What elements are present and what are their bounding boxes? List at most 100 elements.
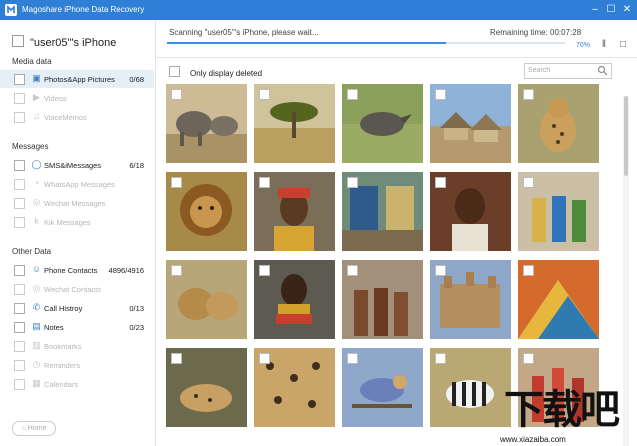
photo-checkbox[interactable]	[523, 177, 534, 188]
scrollbar-thumb[interactable]	[624, 96, 628, 176]
photo-thumbnail[interactable]	[430, 84, 511, 163]
photo-checkbox[interactable]	[171, 353, 182, 364]
only-deleted-filter[interactable]: Only display deleted	[169, 66, 262, 78]
sidebar-item-count: 0/13	[129, 304, 144, 313]
photo-checkbox[interactable]	[259, 353, 270, 364]
photo-thumbnail[interactable]	[342, 348, 423, 427]
sidebar-item-bookmarks[interactable]: ▥ Bookmarks	[0, 337, 154, 355]
checkbox[interactable]	[14, 74, 25, 85]
checkbox[interactable]	[14, 360, 25, 371]
sidebar-item-kik[interactable]: k Kik Messages	[0, 213, 154, 231]
photo-checkbox[interactable]	[347, 177, 358, 188]
sidebar-item-videos[interactable]: ▶ Videos	[0, 89, 154, 107]
section-title-media: Media data	[12, 57, 52, 66]
divider	[156, 57, 637, 58]
sidebar-item-notes[interactable]: ▤ Notes 0/23	[0, 318, 154, 336]
section-title-other: Other Data	[12, 247, 52, 256]
checkbox[interactable]	[14, 198, 25, 209]
home-label: Home	[27, 425, 47, 432]
device-header[interactable]: "user05"'s iPhone	[12, 35, 116, 49]
search-input[interactable]: Search	[524, 63, 612, 79]
sidebar-item-calendars[interactable]: ▦ Calendars	[0, 375, 154, 393]
photo-checkbox[interactable]	[347, 265, 358, 276]
minimize-icon[interactable]: –	[589, 4, 601, 16]
sidebar-item-call-history[interactable]: ✆ Call Histroy 0/13	[0, 299, 154, 317]
sidebar-item-contacts[interactable]: ☺ Phone Contacts 4896/4916	[0, 261, 154, 279]
wechat-icon: ◎	[32, 283, 41, 293]
sidebar-item-label: Photos&App Pictures	[44, 75, 115, 84]
sidebar-item-label: Reminders	[44, 361, 81, 370]
photo-checkbox[interactable]	[259, 265, 270, 276]
photo-checkbox[interactable]	[259, 89, 270, 100]
photo-thumbnail[interactable]	[342, 172, 423, 251]
close-icon[interactable]: ✕	[621, 4, 633, 16]
photo-thumbnail[interactable]	[430, 260, 511, 339]
sidebar-item-photos[interactable]: ▣ Photos&App Pictures 0/68	[0, 70, 154, 88]
photo-checkbox[interactable]	[435, 353, 446, 364]
checkbox[interactable]	[14, 379, 25, 390]
calendar-icon: ▦	[32, 378, 41, 388]
photo-checkbox[interactable]	[259, 177, 270, 188]
checkbox[interactable]	[14, 93, 25, 104]
photo-thumbnail[interactable]	[254, 84, 335, 163]
photo-thumbnail[interactable]	[254, 260, 335, 339]
reminder-icon: ◷	[32, 359, 41, 369]
sidebar-item-wechat-contacts[interactable]: ◎ Wechat Contacts	[0, 280, 154, 298]
checkbox[interactable]	[14, 303, 25, 314]
sidebar-item-label: Notes	[44, 323, 64, 332]
photo-thumbnail[interactable]	[430, 172, 511, 251]
scan-status: Scanning "user05"'s iPhone, please wait.…	[169, 28, 319, 37]
checkbox[interactable]	[14, 217, 25, 228]
checkbox[interactable]	[14, 179, 25, 190]
photo-checkbox[interactable]	[523, 265, 534, 276]
photo-checkbox[interactable]	[347, 353, 358, 364]
photo-checkbox[interactable]	[171, 265, 182, 276]
sidebar-item-reminders[interactable]: ◷ Reminders	[0, 356, 154, 374]
sidebar-item-count: 4896/4916	[108, 266, 144, 275]
checkbox[interactable]	[14, 322, 25, 333]
photo-thumbnail[interactable]	[166, 172, 247, 251]
photo-checkbox[interactable]	[171, 177, 182, 188]
voicememo-icon: ♫	[33, 111, 40, 121]
photo-thumbnail[interactable]	[342, 260, 423, 339]
photo-thumbnail[interactable]	[518, 84, 599, 163]
photo-thumbnail[interactable]	[166, 260, 247, 339]
sidebar-item-label: Call Histroy	[44, 304, 83, 313]
checkbox[interactable]	[14, 284, 25, 295]
sidebar-item-sms[interactable]: ◯ SMS&iMessages 6/18	[0, 156, 154, 174]
remaining-time: Remaining time: 00:07:28	[490, 28, 582, 37]
photo-checkbox[interactable]	[347, 89, 358, 100]
photo-checkbox[interactable]	[435, 177, 446, 188]
photo-thumbnail[interactable]	[166, 84, 247, 163]
kik-icon: k	[34, 216, 39, 226]
only-deleted-checkbox[interactable]	[169, 66, 180, 77]
section-title-messages: Messages	[12, 142, 49, 151]
photo-checkbox[interactable]	[171, 89, 182, 100]
maximize-icon[interactable]: ☐	[605, 4, 617, 16]
home-button[interactable]: ⌂ Home	[12, 421, 56, 436]
sidebar-item-label: SMS&iMessages	[44, 161, 102, 170]
stop-icon[interactable]: □	[618, 39, 628, 51]
photo-thumbnail[interactable]	[166, 348, 247, 427]
pause-icon[interactable]: ‖	[599, 39, 609, 51]
photo-thumbnail[interactable]	[254, 172, 335, 251]
checkbox[interactable]	[14, 265, 25, 276]
checkbox[interactable]	[14, 341, 25, 352]
photo-checkbox[interactable]	[435, 265, 446, 276]
sidebar-item-whatsapp[interactable]: ◔ WhatsApp Messages	[0, 175, 154, 193]
photo-checkbox[interactable]	[523, 353, 534, 364]
photo-checkbox[interactable]	[435, 89, 446, 100]
photo-thumbnail[interactable]	[518, 260, 599, 339]
sidebar-item-wechat-messages[interactable]: ◎ Wechat Messages	[0, 194, 154, 212]
checkbox[interactable]	[14, 112, 25, 123]
device-name: "user05"'s iPhone	[30, 37, 117, 49]
checkbox[interactable]	[14, 160, 25, 171]
sidebar-item-voicememos[interactable]: ♫ VoiceMemos	[0, 108, 154, 126]
search-icon[interactable]	[597, 65, 608, 76]
photo-thumbnail[interactable]	[342, 84, 423, 163]
sidebar: "user05"'s iPhone Media data ▣ Photos&Ap…	[0, 20, 156, 446]
photo-thumbnail[interactable]	[254, 348, 335, 427]
photo-checkbox[interactable]	[523, 89, 534, 100]
device-checkbox[interactable]	[12, 35, 24, 47]
photo-thumbnail[interactable]	[518, 172, 599, 251]
